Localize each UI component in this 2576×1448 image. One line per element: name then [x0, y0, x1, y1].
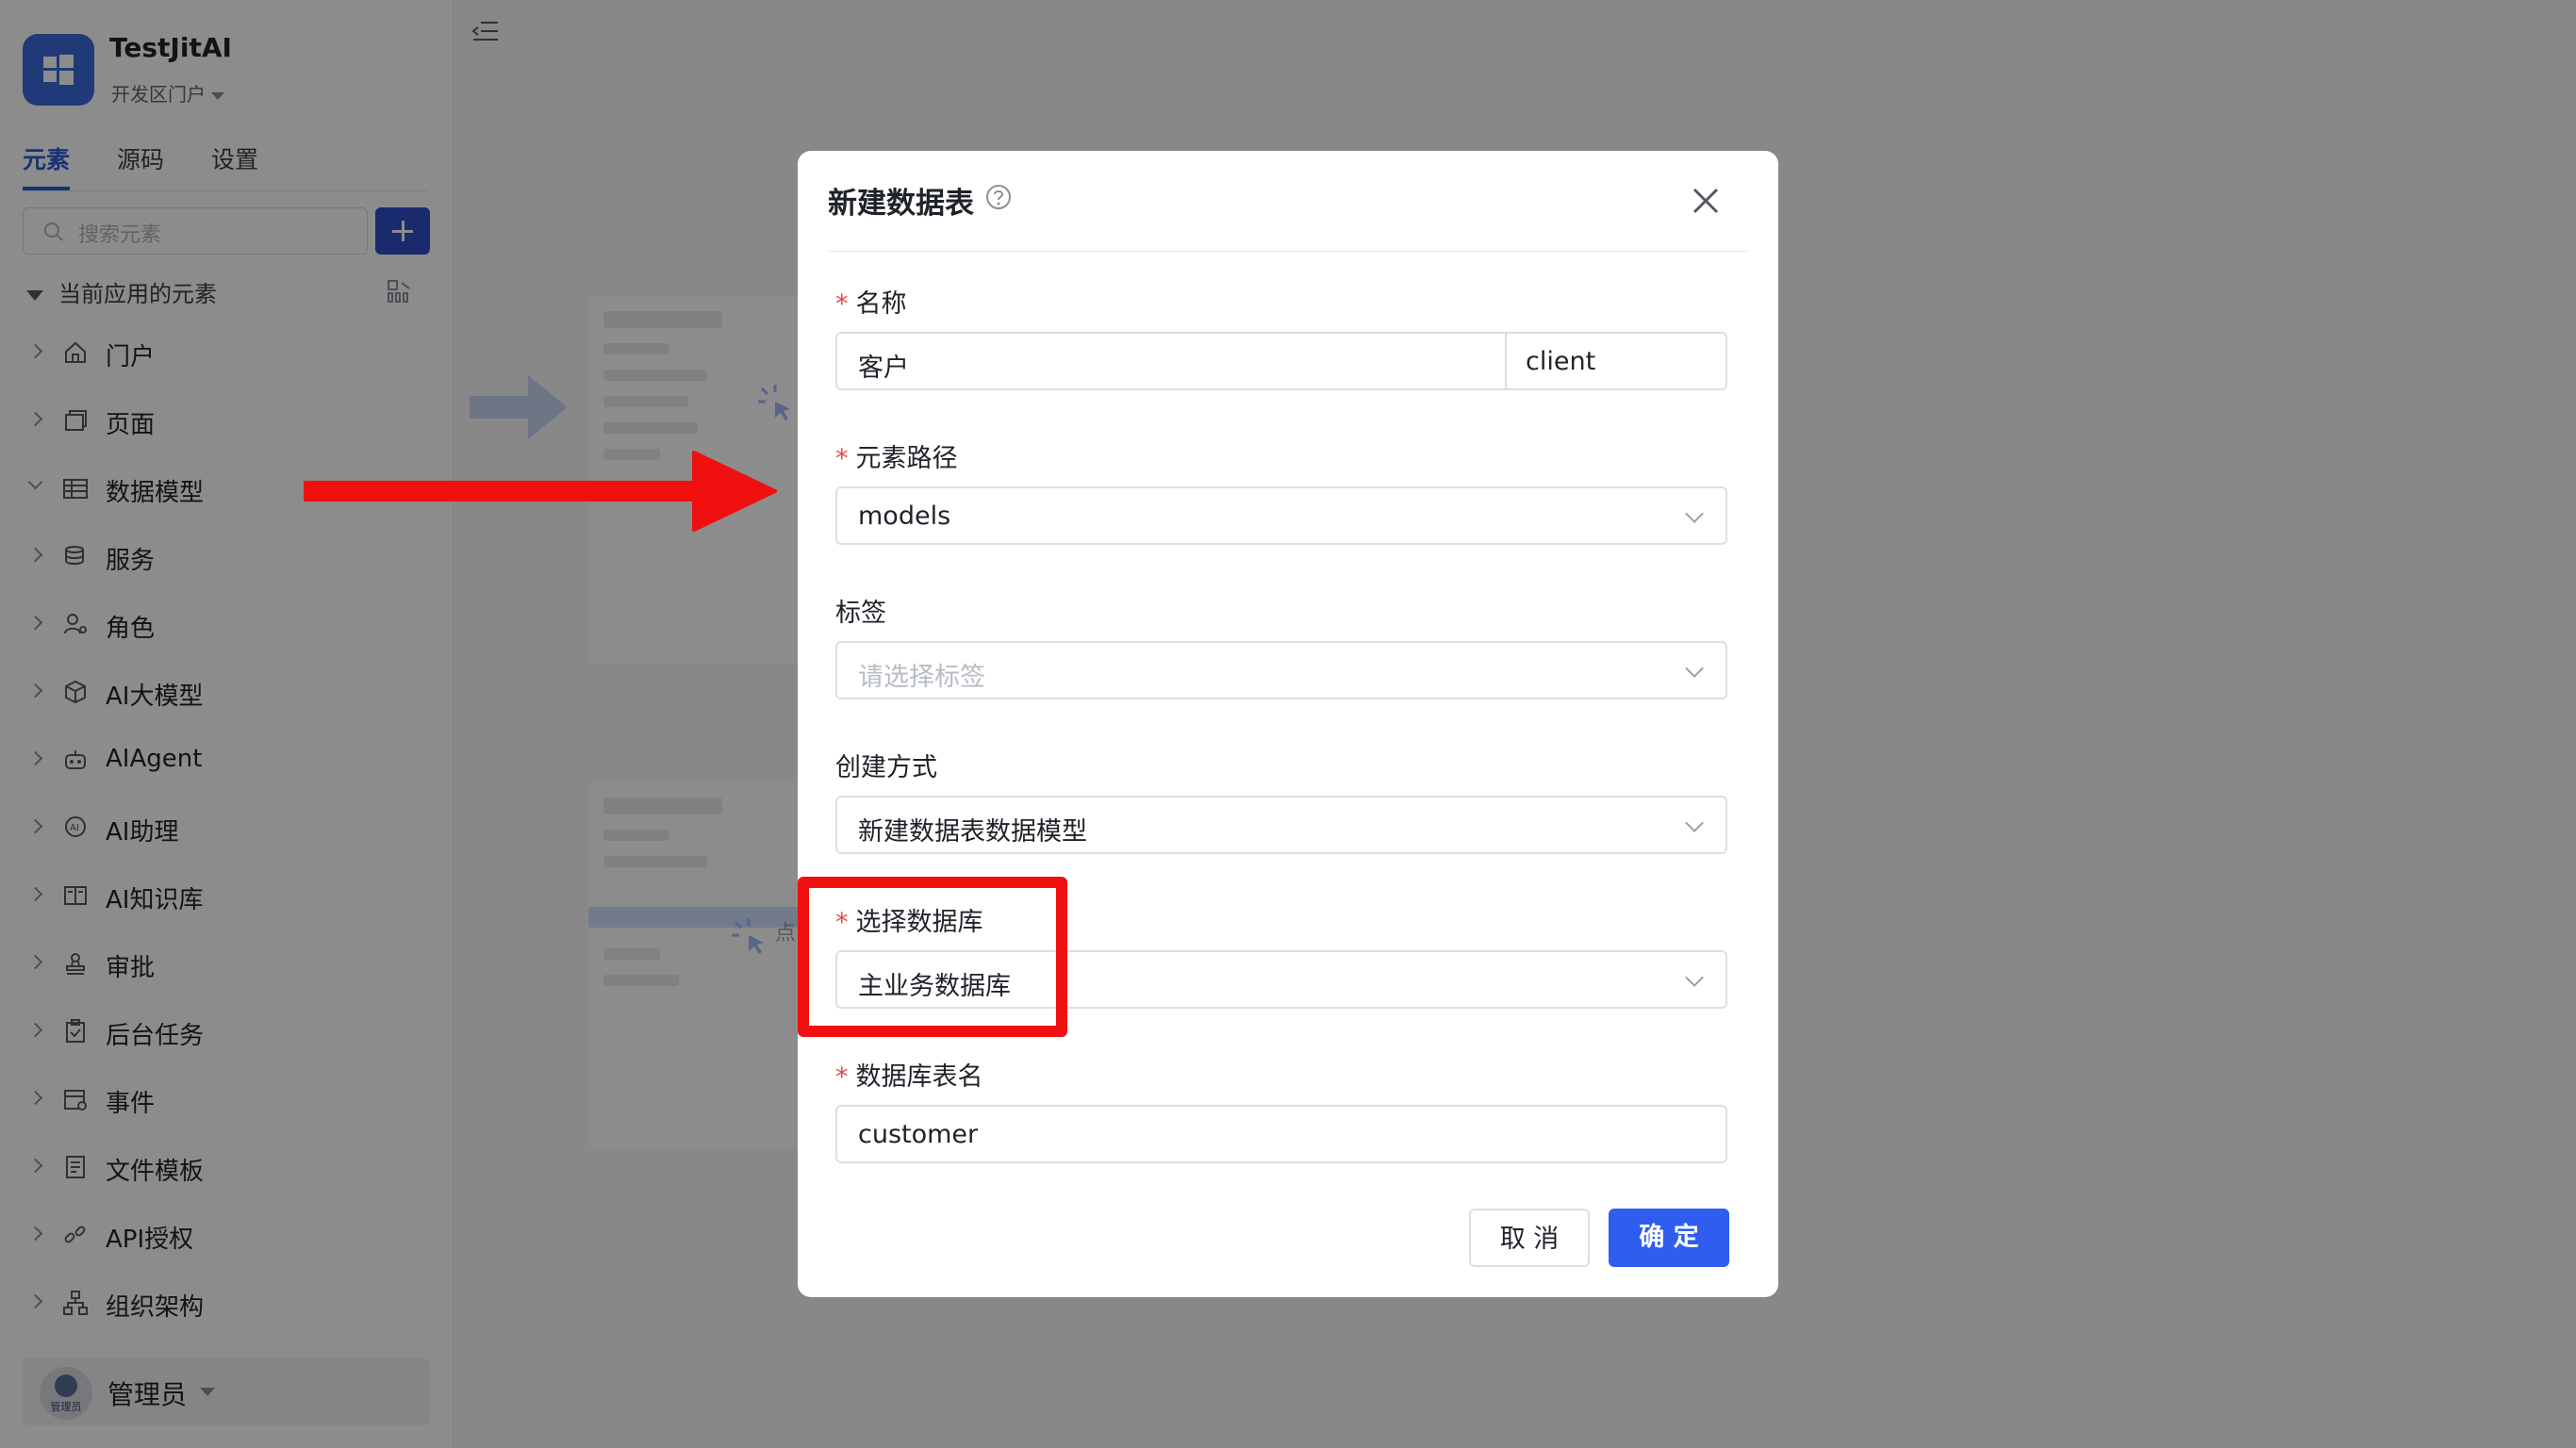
- tags-placeholder: 请选择标签: [858, 663, 985, 692]
- tags-label: 标签: [835, 599, 886, 628]
- chevron-down-icon: [1685, 659, 1704, 678]
- modal-title: 新建数据表: [828, 187, 974, 221]
- name-label: * 名称: [835, 289, 907, 319]
- name-code-value: client: [1526, 347, 1596, 376]
- chevron-down-icon: [1685, 504, 1704, 523]
- method-label: 创建方式: [835, 753, 937, 782]
- table-name-input[interactable]: customer: [835, 1105, 1727, 1163]
- modal-divider: [828, 251, 1748, 252]
- highlight-box: [798, 877, 1067, 1037]
- name-field[interactable]: 客户 client: [835, 332, 1727, 390]
- table-name-label: * 数据库表名: [835, 1062, 983, 1092]
- create-method-select[interactable]: 新建数据表数据模型: [835, 796, 1727, 854]
- confirm-button[interactable]: 确 定: [1609, 1209, 1729, 1267]
- cancel-button[interactable]: 取 消: [1469, 1209, 1590, 1267]
- tags-select[interactable]: 请选择标签: [835, 641, 1727, 699]
- create-method-value: 新建数据表数据模型: [858, 817, 1087, 847]
- field-divider: [1505, 334, 1507, 388]
- name-display-value: 客户: [858, 354, 909, 383]
- help-icon[interactable]: [984, 183, 1013, 211]
- element-path-value: models: [858, 502, 951, 531]
- table-name-value: customer: [858, 1120, 979, 1149]
- new-table-modal: 新建数据表 * 名称 客户 client * 元素路径 models 标签 请选择标…: [798, 151, 1778, 1297]
- close-icon[interactable]: [1692, 187, 1720, 215]
- chevron-down-icon: [1685, 968, 1704, 987]
- chevron-down-icon: [1685, 814, 1704, 832]
- red-arrow-icon: [304, 451, 777, 532]
- element-path-select[interactable]: models: [835, 486, 1727, 545]
- path-label: * 元素路径: [835, 444, 958, 473]
